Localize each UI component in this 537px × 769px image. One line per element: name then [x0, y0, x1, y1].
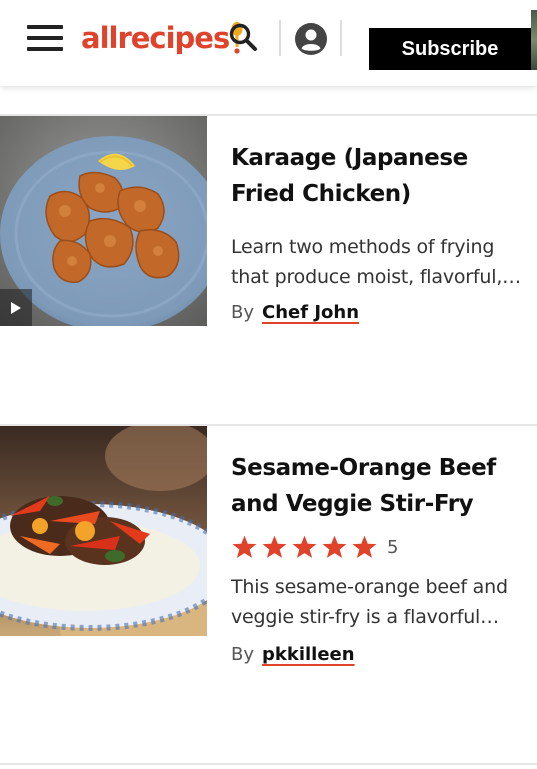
header-divider [279, 20, 281, 56]
recipe-byline: By pkkilleen [231, 644, 521, 665]
star-rating: 5 [231, 532, 521, 562]
subscribe-button[interactable]: Subscribe [369, 28, 531, 70]
logo-text: allrecipes [81, 21, 230, 55]
star-icon [232, 535, 257, 558]
play-icon [11, 301, 21, 314]
hamburger-menu-icon[interactable] [27, 25, 63, 51]
recipe-byline: By Chef John [231, 302, 521, 323]
play-video-button[interactable] [0, 289, 32, 326]
recipe-card[interactable]: Sesame-Orange Beef and Veggie Stir-Fry 5… [0, 426, 537, 763]
recipe-image-stir-fry[interactable] [0, 426, 207, 636]
recipe-description: Learn two methods of frying that produce… [231, 236, 521, 288]
card-body: Sesame-Orange Beef and Veggie Stir-Fry 5… [231, 450, 521, 665]
star-icon [262, 535, 287, 558]
recipe-title[interactable]: Sesame-Orange Beef and Veggie Stir-Fry [231, 450, 521, 522]
author-link[interactable]: Chef John [262, 302, 359, 323]
site-header: allrecipes Subscribe [0, 0, 537, 86]
recipe-description: This sesame-orange beef and veggie stir-… [231, 576, 508, 628]
account-icon[interactable] [295, 23, 327, 55]
magazine-cover-thumbnail[interactable] [531, 10, 537, 70]
search-icon[interactable] [228, 22, 258, 52]
author-link[interactable]: pkkilleen [262, 644, 355, 665]
by-label: By [231, 302, 255, 323]
by-label: By [231, 644, 255, 665]
header-divider [340, 20, 342, 56]
divider [0, 763, 537, 765]
star-icon [292, 535, 317, 558]
recipe-title[interactable]: Karaage (Japanese Fried Chicken) [231, 140, 521, 212]
recipe-image-karaage[interactable] [0, 116, 207, 326]
recipe-card[interactable]: Karaage (Japanese Fried Chicken) Learn t… [0, 116, 537, 424]
star-icon [352, 535, 377, 558]
rating-count: 5 [387, 536, 399, 558]
card-body: Karaage (Japanese Fried Chicken) Learn t… [231, 140, 521, 323]
star-icon [322, 535, 347, 558]
allrecipes-logo[interactable]: allrecipes [81, 18, 244, 58]
